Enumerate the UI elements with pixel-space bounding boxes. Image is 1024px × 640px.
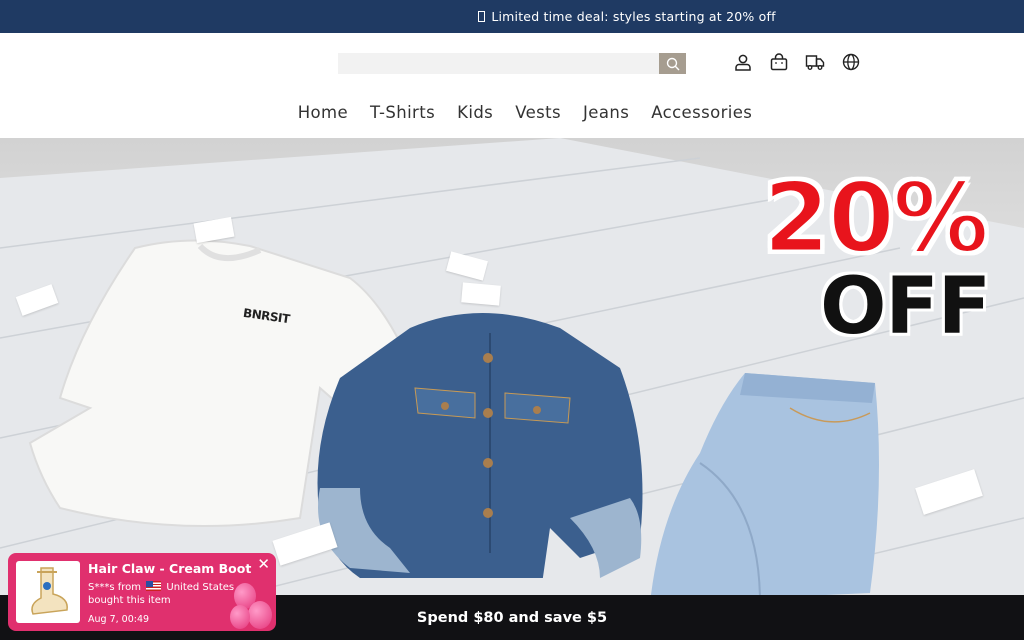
recent-purchase-popup[interactable]: Hair Claw - Cream Boot S***s from United… bbox=[8, 553, 276, 631]
account-icon[interactable] bbox=[733, 51, 753, 73]
popup-buyer: S***s from bbox=[88, 582, 142, 593]
search-input[interactable] bbox=[338, 53, 659, 74]
jeans-image bbox=[651, 373, 879, 595]
popup-action: bought this item bbox=[88, 595, 171, 606]
shipping-icon[interactable] bbox=[805, 51, 825, 73]
balloon-decoration bbox=[248, 601, 272, 629]
globe-icon[interactable] bbox=[841, 51, 861, 73]
cart-icon[interactable] bbox=[769, 51, 789, 73]
square-glyph-icon bbox=[478, 11, 486, 22]
nav-item-t-shirts[interactable]: T-Shirts bbox=[370, 103, 435, 122]
main-nav: Home T-Shirts Kids Vests Jeans Accessori… bbox=[0, 103, 1024, 122]
promo-percent: 20% bbox=[762, 162, 991, 274]
popup-time: Aug 7, 00:49 bbox=[88, 614, 150, 625]
balloon-decoration bbox=[230, 605, 250, 629]
announcement-text: Limited time deal: styles starting at 20… bbox=[491, 9, 776, 24]
popup-country: United States bbox=[166, 582, 235, 593]
popup-buyer-line: S***s from United States bbox=[88, 581, 234, 593]
site-header: Home T-Shirts Kids Vests Jeans Accessori… bbox=[0, 33, 1024, 138]
price-tag bbox=[461, 282, 501, 306]
search-button[interactable] bbox=[659, 53, 686, 74]
popup-product-name[interactable]: Hair Claw - Cream Boot bbox=[88, 561, 251, 576]
header-icons bbox=[733, 51, 861, 73]
search-bar bbox=[338, 53, 686, 74]
nav-item-kids[interactable]: Kids bbox=[457, 103, 493, 122]
us-flag-icon bbox=[146, 581, 162, 591]
hero-banner[interactable]: BNRSIT 20% OFF bbox=[0, 138, 1024, 595]
denim-jacket-image bbox=[317, 313, 643, 578]
product-thumbnail[interactable] bbox=[16, 561, 80, 623]
nav-item-jeans[interactable]: Jeans bbox=[583, 103, 629, 122]
announcement-bar: Limited time deal: styles starting at 20… bbox=[0, 0, 1024, 33]
nav-item-accessories[interactable]: Accessories bbox=[651, 103, 752, 122]
nav-item-home[interactable]: Home bbox=[298, 103, 348, 122]
close-icon[interactable]: ✕ bbox=[257, 555, 270, 573]
promo-off: OFF bbox=[820, 262, 991, 352]
promo-badge: 20% OFF bbox=[760, 162, 991, 352]
bottom-bar-text: Spend $80 and save $5 bbox=[416, 609, 608, 626]
search-icon bbox=[666, 57, 679, 70]
nav-item-vests[interactable]: Vests bbox=[515, 103, 561, 122]
